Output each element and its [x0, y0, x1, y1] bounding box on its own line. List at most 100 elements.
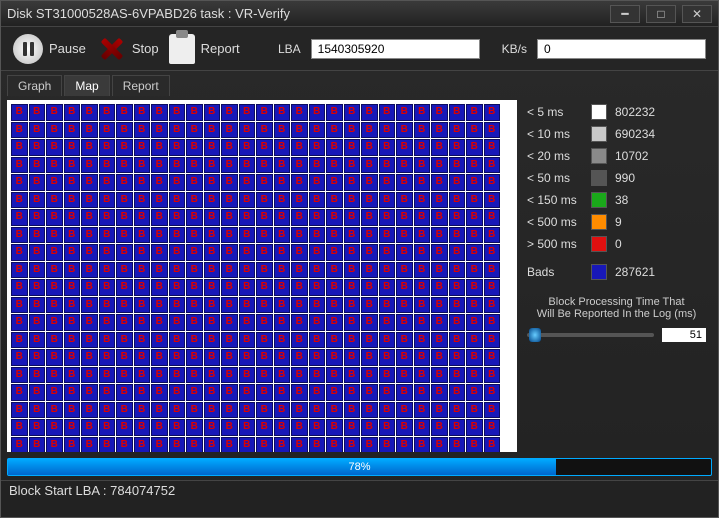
map-cell: B	[361, 419, 378, 436]
map-cell: B	[116, 262, 133, 279]
map-cell: B	[309, 279, 326, 296]
map-cell: B	[256, 244, 273, 261]
tab-report[interactable]: Report	[112, 75, 170, 96]
legend-swatch	[591, 148, 607, 164]
legend-count: 0	[615, 237, 622, 251]
progress-label: 78%	[8, 459, 711, 475]
report-button[interactable]: Report	[169, 34, 240, 64]
map-cell: B	[344, 262, 361, 279]
map-cell: B	[11, 139, 28, 156]
map-cell: B	[99, 262, 116, 279]
map-cell: B	[414, 122, 431, 139]
map-cell: B	[449, 314, 466, 331]
bads-label: Bads	[527, 265, 583, 279]
report-label: Report	[201, 41, 240, 56]
kbs-field[interactable]	[537, 39, 706, 59]
tab-map[interactable]: Map	[64, 75, 109, 96]
map-cell: B	[361, 349, 378, 366]
legend-row: < 20 ms10702	[527, 148, 706, 164]
map-cell: B	[291, 157, 308, 174]
map-cell: B	[256, 419, 273, 436]
block-time-control: 51	[527, 328, 706, 342]
map-cell: B	[274, 332, 291, 349]
map-cell: B	[239, 157, 256, 174]
map-cell: B	[81, 244, 98, 261]
map-cell: B	[466, 209, 483, 226]
map-cell: B	[379, 437, 396, 453]
map-cell: B	[169, 157, 186, 174]
map-cell: B	[134, 209, 151, 226]
map-cell: B	[396, 244, 413, 261]
map-cell: B	[361, 227, 378, 244]
map-cell: B	[81, 227, 98, 244]
map-cell: B	[29, 384, 46, 401]
map-cell: B	[64, 402, 81, 419]
map-cell: B	[134, 349, 151, 366]
maximize-button[interactable]: □	[646, 5, 676, 23]
map-cell: B	[309, 104, 326, 121]
legend-swatch	[591, 126, 607, 142]
slider-thumb[interactable]	[529, 328, 541, 342]
lba-field[interactable]	[311, 39, 480, 59]
map-cell: B	[256, 297, 273, 314]
legend-count: 9	[615, 215, 622, 229]
map-cell: B	[484, 122, 501, 139]
map-cell: B	[29, 157, 46, 174]
stop-button[interactable]: Stop	[96, 34, 159, 64]
map-cell: B	[484, 104, 501, 121]
titlebar: Disk ST31000528AS-6VPABD26 task : VR-Ver…	[1, 1, 718, 27]
map-cell: B	[46, 262, 63, 279]
map-cell: B	[11, 104, 28, 121]
map-cell: B	[221, 384, 238, 401]
map-cell: B	[326, 227, 343, 244]
map-cell: B	[344, 279, 361, 296]
map-cell: B	[379, 279, 396, 296]
map-cell: B	[466, 332, 483, 349]
block-time-slider[interactable]	[527, 333, 654, 337]
map-cell: B	[379, 367, 396, 384]
map-cell: B	[291, 192, 308, 209]
map-cell: B	[326, 209, 343, 226]
map-cell: B	[221, 419, 238, 436]
map-cell: B	[204, 262, 221, 279]
map-cell: B	[466, 174, 483, 191]
map-cell: B	[396, 279, 413, 296]
legend-swatch	[591, 192, 607, 208]
map-cell: B	[256, 437, 273, 453]
map-cell: B	[64, 367, 81, 384]
legend-swatch	[591, 104, 607, 120]
map-cell: B	[29, 122, 46, 139]
map-cell: B	[116, 349, 133, 366]
map-cell: B	[344, 402, 361, 419]
map-cell: B	[46, 402, 63, 419]
map-cell: B	[396, 157, 413, 174]
map-cell: B	[291, 367, 308, 384]
map-cell: B	[204, 402, 221, 419]
map-cell: B	[414, 262, 431, 279]
map-cell: B	[221, 174, 238, 191]
map-cell: B	[449, 192, 466, 209]
map-cell: B	[361, 262, 378, 279]
map-cell: B	[46, 384, 63, 401]
minimize-button[interactable]: ━	[610, 5, 640, 23]
block-time-value[interactable]: 51	[662, 328, 706, 342]
map-cell: B	[151, 122, 168, 139]
map-cell: B	[186, 227, 203, 244]
map-cell: B	[221, 349, 238, 366]
map-cell: B	[274, 437, 291, 453]
map-cell: B	[186, 192, 203, 209]
map-cell: B	[81, 192, 98, 209]
map-cell: B	[116, 174, 133, 191]
close-button[interactable]: ✕	[682, 5, 712, 23]
map-cell: B	[274, 402, 291, 419]
map-cell: B	[309, 139, 326, 156]
map-cell: B	[449, 402, 466, 419]
pause-button[interactable]: Pause	[13, 34, 86, 64]
map-cell: B	[274, 244, 291, 261]
map-cell: B	[396, 139, 413, 156]
map-cell: B	[239, 209, 256, 226]
map-cell: B	[29, 174, 46, 191]
map-cell: B	[396, 314, 413, 331]
tab-graph[interactable]: Graph	[7, 75, 62, 96]
map-cell: B	[29, 104, 46, 121]
